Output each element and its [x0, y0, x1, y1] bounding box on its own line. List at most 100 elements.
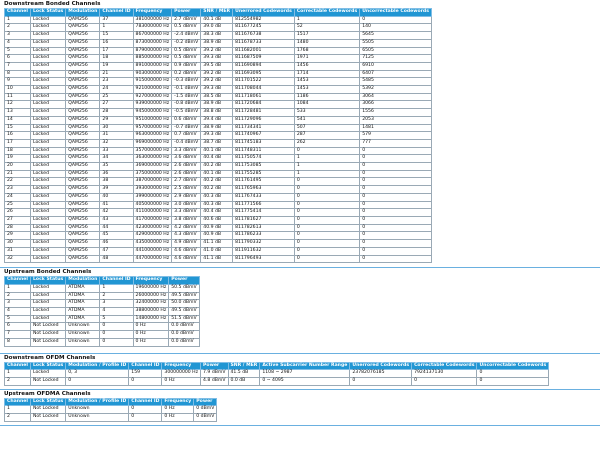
ofdma-upstream-table: Channel Lock Status Modulation / Profile I…: [4, 397, 218, 422]
table-row: 19 Locked QAM256 34 363000000 Hz 3.6 dBmV 40.4…: [4, 154, 432, 164]
table-cell: 27: [99, 100, 134, 110]
table-row: 4 Locked ATDMA 4 38800000 Hz 49.5 dBmV: [4, 307, 200, 316]
table-cell: 0.0 dBmV: [168, 322, 200, 332]
table-cell: 27: [4, 216, 31, 225]
table-cell: 2: [4, 376, 31, 386]
table-cell: 2: [99, 291, 134, 301]
table-cell: 39.2 dB: [200, 77, 234, 87]
table-cell: 12: [4, 100, 31, 110]
table-cell: QAM256: [65, 154, 101, 164]
table-cell: -0.8 dBmV: [171, 100, 202, 110]
table-cell: 0 Hz: [161, 376, 202, 386]
table-cell: 7125: [359, 54, 432, 63]
table-cell: 811676738: [232, 31, 295, 40]
table-row: 2 Locked ATDMA 2 26000000 Hz 49.5 dBmV: [4, 291, 200, 301]
table-cell: Locked: [29, 177, 67, 187]
table-cell: 287: [293, 131, 361, 140]
table-cell: 45: [99, 231, 134, 241]
table-cell: 2.6 dBmV: [171, 162, 202, 171]
table-cell: 811729096: [232, 115, 295, 125]
ofdma-upstream-title: Upstream OFDMA Channels: [4, 390, 91, 397]
table-cell: QAM256: [65, 216, 101, 225]
table-cell: 38.9 dB: [200, 100, 234, 110]
column-header: Uncorrectable Codewords: [359, 8, 432, 17]
table-cell: 0, 3: [65, 369, 130, 378]
table-cell: 29: [4, 231, 31, 241]
table-cell: 0: [65, 376, 130, 386]
table-cell: 447000000 Hz: [132, 254, 173, 264]
table-cell: 811693095: [232, 69, 295, 79]
table-cell: 20: [4, 162, 31, 171]
table-cell: Locked: [29, 115, 67, 125]
table-row: 3 Locked QAM256 15 867000000 Hz -2.4 dBmV 38.3…: [4, 31, 432, 40]
table-row: 8 Not Locked Unknown 0 0 Hz 0.0 dBmV: [4, 337, 200, 347]
table-cell: QAM256: [65, 108, 101, 117]
table-cell: QAM256: [65, 246, 101, 256]
table-cell: -2.4 dBmV: [171, 31, 202, 40]
table-cell: 811761495: [232, 177, 295, 187]
table-row: 2 Not Locked 0 0 0 Hz 4.8 dBmV 0.0 dB 0 ~ 4095 0…: [4, 376, 550, 386]
table-cell: 777: [359, 138, 432, 148]
table-cell: 28: [99, 108, 134, 117]
table-cell: 811677245: [232, 23, 295, 33]
table-cell: 30: [99, 123, 134, 133]
table-cell: 43: [99, 216, 134, 225]
table-cell: 40.1 dB: [200, 169, 234, 179]
table-cell: 5505: [359, 38, 432, 48]
table-row: 15 Locked QAM256 30 957000000 Hz -0.7 dBmV 38.…: [4, 123, 432, 133]
table-row: 1 Not Locked Unknown 0 0 Hz 0 dBmV: [4, 405, 218, 415]
table-cell: QAM256: [65, 138, 101, 148]
table-row: 16 Locked QAM256 31 963000000 Hz 0.7 dBmV 39.3…: [4, 131, 432, 140]
table-header-row: Channel Lock Status Modulation / Profile I…: [4, 397, 218, 407]
upstream-table: Channel Lock Status Modulation Channel ID Fr…: [4, 276, 200, 347]
table-cell: 23: [4, 185, 31, 194]
table-cell: 1: [293, 162, 361, 171]
table-cell: 0 dBmV: [193, 405, 218, 415]
table-cell: 6910: [359, 61, 432, 71]
table-cell: 0: [359, 154, 432, 164]
table-cell: 4.2 dBmV: [171, 223, 202, 233]
table-cell: 38.3 dB: [200, 31, 234, 40]
table-cell: 0: [359, 246, 432, 256]
ofdm-downstream-section: Downstream OFDM Channels Channel Lock Sta…: [0, 354, 600, 386]
table-cell: 50.0 dBmV: [168, 299, 200, 308]
table-cell: 40.1 dB: [200, 146, 234, 156]
table-cell: 0.6 dBmV: [171, 115, 202, 125]
column-header: Frequency: [161, 361, 202, 371]
table-cell: 39.3 dB: [200, 85, 234, 94]
table-cell: 5: [99, 314, 134, 324]
table-cell: 0.0 dB: [227, 376, 261, 386]
table-cell: ATDMA: [65, 299, 101, 308]
table-cell: 15: [4, 123, 31, 133]
table-cell: 1971: [293, 54, 361, 63]
column-header: Channel ID: [128, 397, 163, 407]
table-cell: 18: [4, 146, 31, 156]
table-cell: 2.7 dBmV: [171, 15, 202, 25]
table-cell: 0: [359, 216, 432, 225]
table-cell: 811911632: [232, 246, 295, 256]
table-cell: QAM256: [65, 162, 101, 171]
table-cell: 0: [359, 200, 432, 210]
table-cell: -0.2 dBmV: [171, 38, 202, 48]
table-cell: Locked: [29, 23, 67, 33]
column-header: Channel: [4, 361, 31, 371]
table-cell: ATDMA: [65, 307, 101, 316]
table-row: 2 Locked QAM256 1 783000000 Hz 0.5 dBmV 39.0 d…: [4, 23, 432, 33]
table-cell: 441000000 Hz: [132, 246, 173, 256]
table-cell: 811753085: [232, 162, 295, 171]
table-cell: 40.6 dB: [200, 216, 234, 225]
table-cell: 140: [359, 23, 432, 33]
table-cell: 38.5 dB: [200, 92, 234, 102]
table-cell: 7.9 dBmV: [200, 369, 229, 378]
table-cell: 399000000 Hz: [132, 192, 173, 202]
table-cell: Locked: [29, 299, 67, 308]
table-cell: 30: [4, 239, 31, 248]
table-cell: QAM256: [65, 77, 101, 87]
table-cell: 2.7 dBmV: [171, 177, 202, 187]
table-cell: QAM256: [65, 177, 101, 187]
table-cell: 5: [4, 46, 31, 56]
table-cell: 4.3 dBmV: [171, 231, 202, 241]
table-cell: 1: [4, 283, 31, 293]
table-cell: QAM256: [65, 92, 101, 102]
table-cell: 2053: [359, 115, 432, 125]
